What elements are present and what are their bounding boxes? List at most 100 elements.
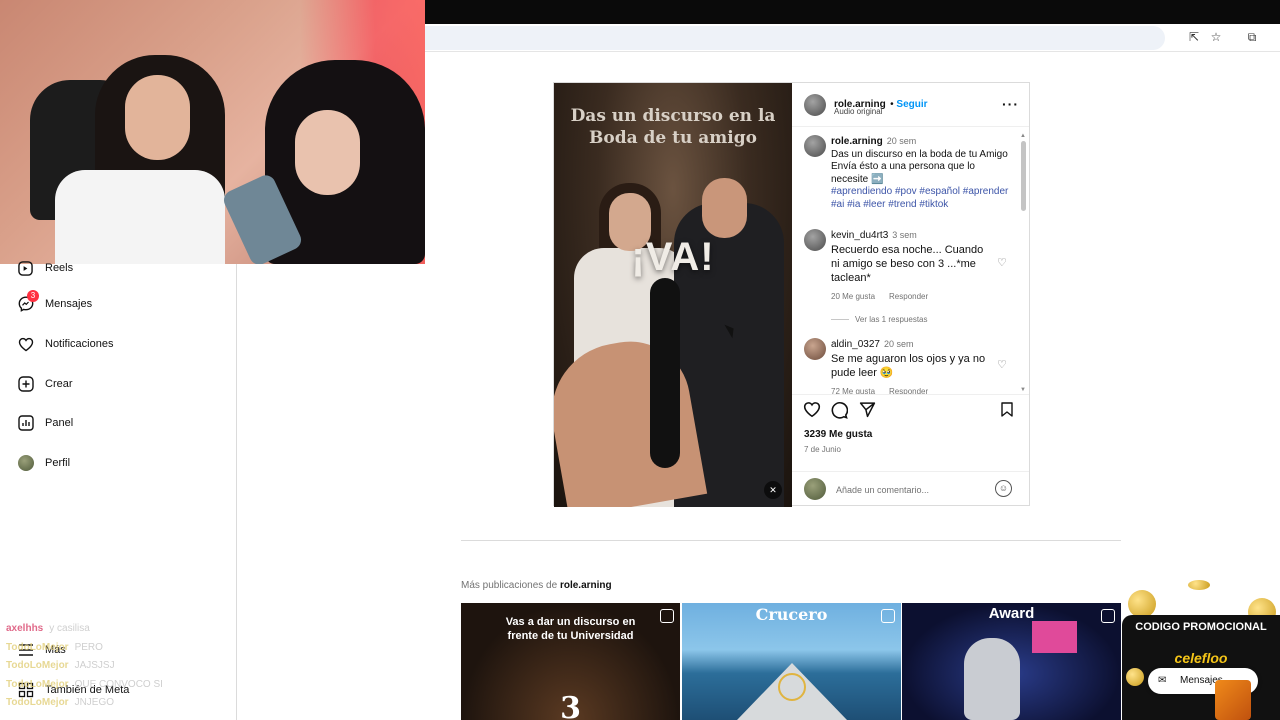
more-options-icon[interactable]: ···	[1002, 96, 1019, 112]
comments-list: role.arning 20 sem Das un discurso en la …	[792, 127, 1029, 395]
user-avatar	[804, 478, 826, 500]
thumbnail-caption: Crucero	[755, 605, 828, 624]
post-actions	[792, 401, 1029, 423]
sidebar-item-label: Panel	[45, 417, 74, 429]
messenger-icon: 3	[17, 289, 39, 313]
chat-message: TodoLoMejor JNJEGO	[6, 697, 115, 708]
likes-count[interactable]: 3239 Me gusta	[804, 429, 872, 440]
chat-message: TodoLoMejor JAJSJSJ	[6, 660, 115, 671]
comment-time: 3 sem	[892, 230, 917, 240]
like-comment-icon[interactable]: ♡	[997, 358, 1007, 371]
thumbnail-caption: Vas a dar un discurso en frente de tu Un…	[505, 616, 636, 642]
sidebar-item-perfil[interactable]: Perfil	[17, 451, 70, 475]
reply-button[interactable]: Responder	[889, 387, 928, 394]
reel-title: Das un discurso en la Boda de tu amigo	[570, 106, 776, 148]
divider	[461, 540, 1121, 541]
more-posts-author[interactable]: role.arning	[560, 580, 612, 591]
reply-button[interactable]: Responder	[889, 292, 928, 301]
emoji-icon[interactable]: ☺	[995, 480, 1012, 497]
sidebar-item-crear[interactable]: Crear	[17, 372, 73, 396]
more-posts-heading: Más publicaciones de role.arning	[461, 580, 612, 591]
url-field[interactable]	[425, 26, 1165, 50]
comment: kevin_du4rt3 3 sem Recuerdo esa noche... …	[831, 229, 991, 301]
post-thumbnail[interactable]: Vas a dar un discurso en frente de tu Un…	[461, 603, 680, 720]
chart-icon	[17, 415, 34, 432]
chat-message: axelhhs y casilisa	[6, 623, 90, 634]
audio-label[interactable]: Audio original	[834, 107, 882, 116]
heart-icon	[17, 336, 34, 353]
post-modal: Das un discurso en la Boda de tu amigo ¡…	[553, 82, 1030, 507]
browser-address-bar: ⇱ ☆ ⧉	[425, 24, 1280, 52]
bookmark-star-icon[interactable]: ☆	[1209, 30, 1223, 44]
reel-icon	[881, 609, 895, 623]
sidebar-item-reels[interactable]: Reels	[17, 256, 73, 280]
browser-tab-strip	[425, 0, 1280, 24]
comment-author[interactable]: kevin_du4rt3	[831, 230, 888, 241]
post-date: 7 de Junio	[804, 445, 841, 454]
messenger-icon: ✉	[1158, 675, 1167, 686]
promo-brand: celefloo	[1174, 650, 1228, 666]
extensions-icon[interactable]: ⧉	[1245, 30, 1259, 44]
like-comment-icon[interactable]: ♡	[997, 256, 1007, 269]
sidebar-item-label: Notificaciones	[45, 338, 114, 350]
add-comment-bar: Añade un comentario... ☺	[792, 471, 1029, 505]
comment-avatar[interactable]	[804, 338, 826, 360]
comment-time: 20 sem	[883, 339, 914, 349]
coin-decoration	[1128, 590, 1156, 618]
sidebar-item-label: Reels	[45, 262, 74, 274]
comment-icon[interactable]	[829, 401, 849, 421]
author-avatar[interactable]	[804, 94, 826, 116]
caption-time: 20 sem	[886, 136, 917, 146]
sidebar-item-mensajes[interactable]: 3 Mensajes	[17, 289, 93, 316]
promo-title: CODIGO PROMOCIONAL	[1135, 621, 1267, 633]
coin-decoration	[1188, 580, 1210, 590]
sidebar-item-label: Mensajes	[45, 298, 93, 310]
reel-video[interactable]: Das un discurso en la Boda de tu amigo ¡…	[554, 83, 792, 507]
comment-likes[interactable]: 20 Me gusta	[831, 292, 875, 301]
webcam-overlay	[0, 0, 425, 264]
sidebar-item-label: Perfil	[45, 457, 71, 469]
sidebar-item-panel[interactable]: Panel	[17, 411, 73, 435]
coin-decoration	[1126, 668, 1144, 686]
avatar	[17, 455, 34, 472]
comment-author[interactable]: aldin_0327	[831, 339, 880, 350]
thumbnail-caption: Award	[988, 605, 1035, 622]
comment-text: Se me aguaron los ojos y ya no pude leer…	[831, 352, 986, 379]
comment-avatar[interactable]	[804, 229, 826, 251]
caption-text: Das un discurso en la boda de tu Amigo E…	[831, 148, 1008, 185]
sidebar-item-notificaciones[interactable]: Notificaciones	[17, 332, 113, 356]
view-replies-label[interactable]: Ver las 1 respuestas	[855, 315, 927, 324]
reel-overlay-text: ¡VA!	[631, 235, 715, 279]
follow-button[interactable]: Seguir	[896, 99, 927, 110]
chat-message: TodoLoMejor PERO	[6, 641, 103, 653]
more-posts-grid: Vas a dar un discurso en frente de tu Un…	[461, 603, 1121, 720]
comment-text: Recuerdo esa noche... Cuando ni amigo se…	[831, 243, 984, 284]
gift-box-icon	[1215, 680, 1251, 720]
author-avatar[interactable]	[804, 135, 826, 157]
post-panel: role.arning • Seguir Audio original ··· …	[792, 83, 1029, 505]
caption-author[interactable]: role.arning	[831, 136, 883, 147]
like-icon[interactable]	[802, 401, 822, 421]
post-thumbnail[interactable]: Crucero	[682, 603, 901, 720]
reels-icon	[17, 260, 34, 277]
notification-badge: 3	[27, 289, 39, 302]
add-comment-input[interactable]: Añade un comentario...	[836, 485, 929, 495]
post-thumbnail[interactable]: Award	[902, 603, 1121, 720]
post-header: role.arning • Seguir Audio original ···	[792, 83, 1029, 127]
comment-likes[interactable]: 72 Me gusta	[831, 387, 875, 394]
reel-icon	[660, 609, 674, 623]
install-app-icon[interactable]: ⇱	[1187, 30, 1201, 44]
save-icon[interactable]	[997, 401, 1017, 421]
stream-chat-overlay: axelhhs y casilisa TodoLoMejor PERO TodoLo…	[6, 620, 163, 713]
share-icon[interactable]	[857, 401, 877, 421]
comments-scrollbar[interactable]: ▲ ▼	[1020, 133, 1026, 394]
reel-icon	[1101, 609, 1115, 623]
chat-message: TodoLoMejor QUE CONVOCO SI	[6, 678, 163, 690]
comment: aldin_0327 20 sem Se me aguaron los ojos …	[831, 338, 991, 394]
plus-icon	[17, 376, 34, 393]
caption-hashtags[interactable]: #aprendiendo #pov #español #aprender #ai…	[831, 186, 1013, 211]
thumbnail-number: 3	[560, 691, 581, 720]
sidebar-item-label: Crear	[45, 378, 73, 390]
view-replies-button[interactable]: Ver las 1 respuestas	[831, 315, 927, 324]
mute-icon[interactable]: ✕	[764, 481, 782, 499]
